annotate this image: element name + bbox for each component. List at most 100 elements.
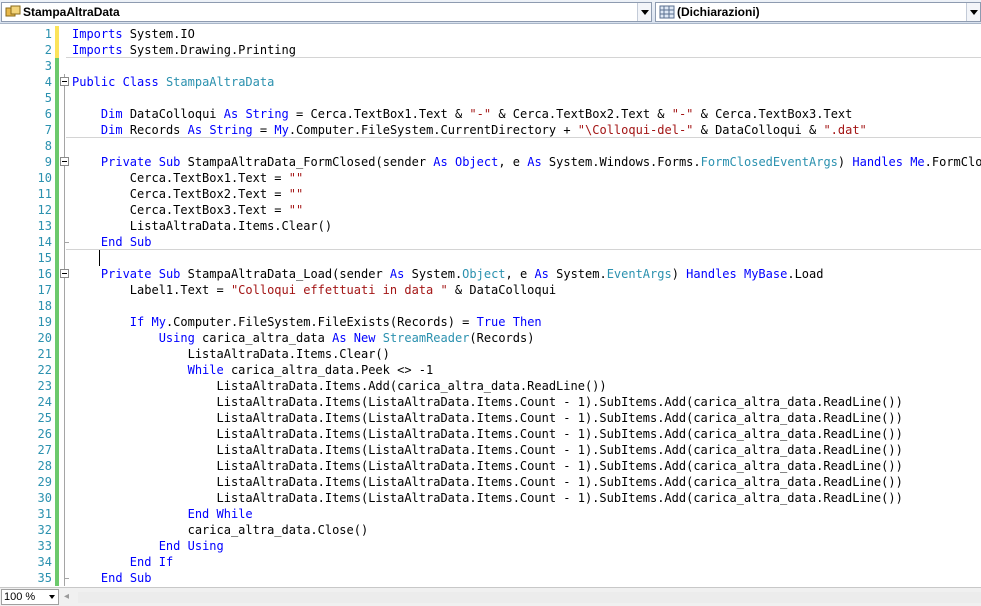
code-line[interactable]: 25 ListaAltraData.Items(ListaAltraData.I… [0,410,981,426]
code-text: Using carica_altra_data As New StreamRea… [72,330,535,346]
change-marker [55,442,59,458]
code-token: True [476,315,506,329]
code-line[interactable]: 1 Imports System.IO [0,26,981,42]
collapse-icon[interactable] [60,77,69,86]
outline-guide [64,458,65,474]
member-dropdown[interactable]: (Dichiarazioni) [655,2,981,22]
code-line[interactable]: 20 Using carica_altra_data As New Stream… [0,330,981,346]
code-token: (Records) [469,331,535,345]
code-line[interactable]: 22 While carica_altra_data.Peek <> -1 [0,362,981,378]
outline-guide [64,170,65,186]
code-text: While carica_altra_data.Peek <> -1 [72,362,434,378]
code-token: End [187,507,210,521]
code-line[interactable]: 7 Dim Records As String = My.Computer.Fi… [0,122,981,138]
code-line[interactable]: 24 ListaAltraData.Items(ListaAltraData.I… [0,394,981,410]
code-line[interactable]: 26 ListaAltraData.Items(ListaAltraData.I… [0,426,981,442]
code-text: carica_altra_data.Close() [72,522,369,538]
code-token: End [100,571,123,585]
code-line[interactable]: 19 If My.Computer.FileSystem.FileExists(… [0,314,981,330]
code-line[interactable]: 32 carica_altra_data.Close() [0,522,981,538]
code-text: End Sub [72,234,152,250]
outline-guide [64,250,65,266]
code-line[interactable]: 18 [0,298,981,314]
code-text: ListaAltraData.Items.Clear() [72,218,332,234]
line-number: 25 [37,411,52,425]
code-line[interactable]: 30 ListaAltraData.Items(ListaAltraData.I… [0,490,981,506]
code-line[interactable]: 21 ListaAltraData.Items.Clear() [0,346,981,362]
code-line[interactable]: 27 ListaAltraData.Items(ListaAltraData.I… [0,442,981,458]
scroll-left-icon[interactable]: ◂ [64,591,74,603]
outline-guide [64,522,65,538]
code-line[interactable]: 28 ListaAltraData.Items(ListaAltraData.I… [0,458,981,474]
code-line[interactable]: 9 Private Sub StampaAltraData_FormClosed… [0,154,981,170]
code-token: "-" [671,107,694,121]
code-token: My [151,315,166,329]
code-line[interactable]: 23 ListaAltraData.Items.Add(carica_altra… [0,378,981,394]
code-token: Handles [686,267,737,281]
code-line[interactable]: 35 End Sub [0,570,981,586]
code-line[interactable]: 6 Dim DataColloqui As String = Cerca.Tex… [0,106,981,122]
code-line[interactable]: 3 [0,58,981,74]
class-dropdown[interactable]: StampaAltraData [1,2,652,22]
code-line[interactable]: 4 Public Class StampaAltraData [0,74,981,90]
code-line[interactable]: 10 Cerca.TextBox1.Text = "" [0,170,981,186]
code-line[interactable]: 29 ListaAltraData.Items(ListaAltraData.I… [0,474,981,490]
code-line[interactable]: 33 End Using [0,538,981,554]
code-line[interactable]: 17 Label1.Text = "Colloqui effettuati in… [0,282,981,298]
code-token: carica_altra_data.Close() [72,523,369,537]
outline-guide [64,474,65,490]
code-token: End [100,235,123,249]
chevron-down-icon[interactable] [966,3,980,21]
code-token: System.IO [122,27,195,41]
horizontal-scrollbar[interactable] [78,592,981,603]
code-line[interactable]: 16 Private Sub StampaAltraData_Load(send… [0,266,981,282]
line-number: 20 [37,331,52,345]
code-line[interactable]: 31 End While [0,506,981,522]
code-line[interactable]: 8 [0,138,981,154]
code-line[interactable]: 14 End Sub [0,234,981,250]
code-line[interactable]: 13 ListaAltraData.Items.Clear() [0,218,981,234]
code-line[interactable]: 5 [0,90,981,106]
outline-guide [64,202,65,218]
collapse-icon[interactable] [60,269,69,278]
code-line[interactable]: 34 End If [0,554,981,570]
line-number: 22 [37,363,52,377]
change-marker [55,538,59,554]
chevron-down-icon[interactable] [49,595,55,599]
code-line[interactable]: 11 Cerca.TextBox2.Text = "" [0,186,981,202]
zoom-level: 100 % [4,591,36,603]
code-token: End [129,555,152,569]
outline-guide [64,218,65,234]
code-line[interactable]: 2 Imports System.Drawing.Printing [0,42,981,58]
code-token: Imports [72,27,123,41]
code-token: Label1.Text = [72,283,231,297]
change-marker [55,298,59,314]
change-marker [55,170,59,186]
code-editor[interactable]: 1 Imports System.IO 2 Imports System.Drawin… [0,24,981,587]
code-token: & Cerca.TextBox3.Text [693,107,853,121]
code-text: Private Sub StampaAltraData_Load(sender … [72,266,824,282]
code-text: Imports System.IO [72,26,195,42]
code-text: Dim DataColloqui As String = Cerca.TextB… [72,106,852,122]
chevron-down-icon[interactable] [637,3,651,21]
code-token: If [158,555,174,569]
change-marker [55,362,59,378]
line-number: 14 [37,235,52,249]
code-token: Records [122,123,188,137]
code-text: If My.Computer.FileSystem.FileExists(Rec… [72,314,542,330]
zoom-dropdown[interactable]: 100 % [1,589,59,605]
line-number: 1 [44,27,52,41]
change-marker [55,138,59,154]
code-token: carica_altra_data.Peek <> -1 [223,363,434,377]
line-number: 15 [37,251,52,265]
code-line[interactable]: 12 Cerca.TextBox3.Text = "" [0,202,981,218]
collapse-icon[interactable] [60,157,69,166]
code-token: Imports [72,43,123,57]
code-line[interactable]: 15 [0,250,981,266]
code-token: "\Colloqui-del-" [577,123,694,137]
